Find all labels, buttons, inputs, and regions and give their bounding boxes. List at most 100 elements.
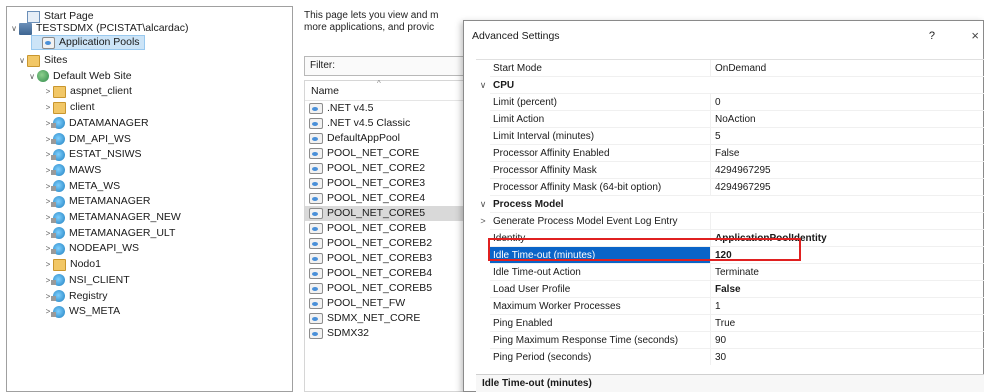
property-row[interactable]: Start Mode OnDemand (476, 60, 984, 77)
pool-list-item[interactable]: DefaultAppPool (305, 131, 473, 146)
pool-list-item[interactable]: POOL_NET_FW (305, 296, 473, 311)
property-value[interactable]: 0 (711, 94, 984, 111)
tree-node[interactable]: > DATAMANAGER (43, 116, 149, 131)
expand-toggle-icon[interactable]: ∨ (476, 196, 490, 213)
property-row[interactable]: Identity ApplicationPoolIdentity (476, 230, 984, 247)
property-category[interactable]: ∨ CPU (476, 77, 984, 94)
expand-arrow-icon[interactable]: ∨ (27, 69, 37, 84)
property-row[interactable]: Limit (percent) 0 (476, 94, 984, 111)
tree-node-label: Application Pools (59, 36, 140, 48)
pool-list-item[interactable]: POOL_NET_CORE (305, 146, 473, 161)
pool-list-item[interactable]: POOL_NET_CORE2 (305, 161, 473, 176)
expand-arrow-icon[interactable]: ∨ (17, 53, 27, 68)
property-row[interactable]: Ping Period (seconds) 30 (476, 349, 984, 365)
tree-node[interactable]: ∨ Default Web Site (27, 69, 132, 84)
property-value[interactable]: OnDemand (711, 60, 984, 77)
tree-node[interactable]: > Registry (43, 289, 108, 304)
tree-node[interactable]: > WS_META (43, 304, 120, 319)
property-row[interactable]: > Generate Process Model Event Log Entry (476, 213, 984, 230)
tree-node[interactable]: > META_WS (43, 179, 120, 194)
expand-arrow-icon[interactable]: > (43, 100, 53, 115)
tree-node[interactable]: > METAMANAGER_ULT (43, 226, 175, 241)
close-icon[interactable]: × (971, 21, 979, 51)
property-value[interactable]: Terminate (711, 264, 984, 281)
property-value[interactable]: 1 (711, 298, 984, 315)
property-value[interactable]: ApplicationPoolIdentity (711, 230, 984, 247)
filter-box[interactable]: Filter: (304, 56, 470, 76)
app-pool-icon (309, 223, 323, 234)
expand-toggle-icon[interactable]: ∨ (476, 77, 490, 94)
pool-name: DefaultAppPool (327, 132, 400, 144)
tree-node[interactable]: > ESTAT_NSIWS (43, 147, 142, 162)
row-gutter (476, 247, 490, 264)
property-value[interactable]: 5 (711, 128, 984, 145)
tree-node[interactable]: > MAWS (43, 163, 101, 178)
tree-node[interactable]: > DM_API_WS (43, 132, 131, 147)
tree-node[interactable]: > METAMANAGER (43, 194, 150, 209)
property-row[interactable]: Ping Maximum Response Time (seconds) 90 (476, 332, 984, 349)
property-value[interactable]: 30 (711, 349, 984, 365)
property-row[interactable]: Idle Time-out Action Terminate (476, 264, 984, 281)
tree-node[interactable]: > METAMANAGER_NEW (43, 210, 181, 225)
property-value[interactable]: False (711, 145, 984, 162)
property-row[interactable]: Idle Time-out (minutes) 120 (476, 247, 984, 264)
tree-node-label: NSI_CLIENT (69, 273, 130, 286)
property-value[interactable]: 4294967295 (711, 162, 984, 179)
expand-arrow-icon[interactable]: > (43, 84, 53, 99)
property-name: Load User Profile (490, 281, 711, 298)
expand-arrow-icon[interactable]: > (43, 257, 53, 272)
tree-node[interactable]: > NODEAPI_WS (43, 241, 139, 256)
pool-list-item[interactable]: POOL_NET_CORE5 (305, 206, 473, 221)
application-icon (51, 164, 65, 177)
pool-name: POOL_NET_COREB (327, 222, 427, 234)
tree-node[interactable]: ∨ TESTSDMX (PCISTAT\alcardac) (9, 21, 188, 36)
property-name: Generate Process Model Event Log Entry (490, 213, 711, 230)
name-column-header[interactable]: Name ^ (305, 79, 473, 101)
tree-node[interactable]: > Nodo1 (43, 257, 101, 272)
property-name: Identity (490, 230, 711, 247)
tree-node[interactable]: > NSI_CLIENT (43, 273, 130, 288)
property-row[interactable]: Processor Affinity Enabled False (476, 145, 984, 162)
property-row[interactable]: Maximum Worker Processes 1 (476, 298, 984, 315)
property-value[interactable]: True (711, 315, 984, 332)
property-value[interactable] (711, 213, 984, 230)
property-value[interactable]: NoAction (711, 111, 984, 128)
property-value[interactable]: 4294967295 (711, 179, 984, 196)
app-pool-icon (309, 328, 323, 339)
property-row[interactable]: Processor Affinity Mask 4294967295 (476, 162, 984, 179)
pool-list-item[interactable]: SDMX_NET_CORE (305, 311, 473, 326)
property-row[interactable]: Limit Interval (minutes) 5 (476, 128, 984, 145)
pool-list-item[interactable]: POOL_NET_COREB3 (305, 251, 473, 266)
help-button[interactable]: ? (929, 21, 935, 51)
expand-arrow-icon[interactable]: ∨ (9, 21, 19, 36)
app-pool-icon (309, 313, 323, 324)
tree-node[interactable]: > client (43, 100, 95, 115)
expand-toggle-icon[interactable]: > (476, 213, 490, 230)
pool-list-item[interactable]: POOL_NET_COREB5 (305, 281, 473, 296)
property-row[interactable]: Processor Affinity Mask (64-bit option) 4… (476, 179, 984, 196)
tree-node[interactable]: > aspnet_client (43, 84, 132, 99)
property-row[interactable]: Ping Enabled True (476, 315, 984, 332)
pool-list-item[interactable]: POOL_NET_COREB (305, 221, 473, 236)
property-value[interactable]: False (711, 281, 984, 298)
pool-list-item[interactable]: POOL_NET_COREB4 (305, 266, 473, 281)
tree-node[interactable]: ∨ Sites (17, 53, 67, 68)
tree-node-label: METAMANAGER_ULT (69, 226, 176, 239)
property-category[interactable]: ∨ Process Model (476, 196, 984, 213)
pool-list-item[interactable]: SDMX32 (305, 326, 473, 341)
property-name: Idle Time-out Action (490, 264, 711, 281)
pool-list-item[interactable]: POOL_NET_COREB2 (305, 236, 473, 251)
globe-icon (37, 70, 49, 83)
property-value[interactable]: 120 (711, 247, 984, 264)
pool-list-item[interactable]: POOL_NET_CORE3 (305, 176, 473, 191)
property-name: Maximum Worker Processes (490, 298, 711, 315)
property-value[interactable]: 90 (711, 332, 984, 349)
pool-list-item[interactable]: .NET v4.5 Classic (305, 116, 473, 131)
property-row[interactable]: Limit Action NoAction (476, 111, 984, 128)
pool-list-item[interactable]: POOL_NET_CORE4 (305, 191, 473, 206)
application-icon (51, 117, 65, 130)
property-row[interactable]: Load User Profile False (476, 281, 984, 298)
tree-node[interactable]: Application Pools (31, 35, 145, 50)
pool-list-item[interactable]: .NET v4.5 (305, 101, 473, 116)
tree-node-label: METAMANAGER (69, 195, 151, 208)
